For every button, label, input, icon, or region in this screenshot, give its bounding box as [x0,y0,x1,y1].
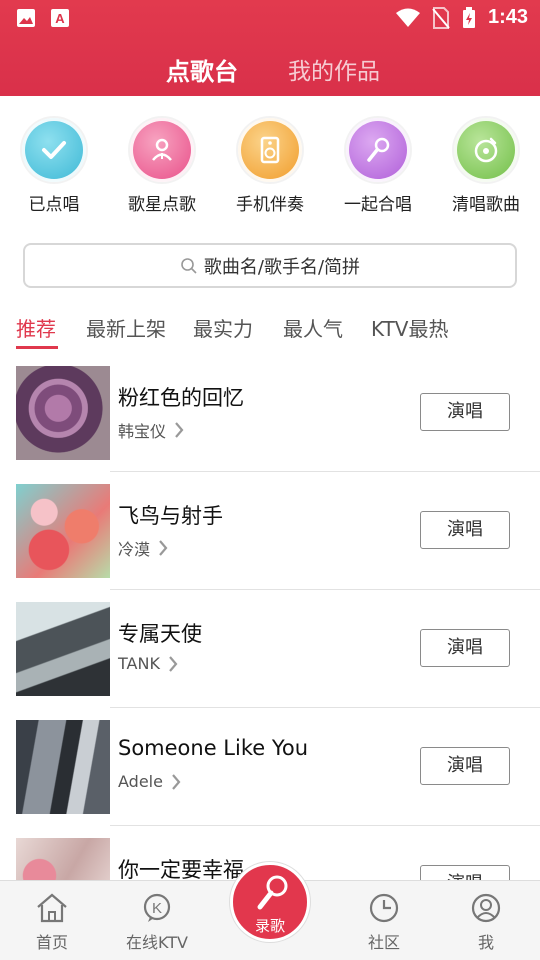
gallery-notification-icon [17,9,35,27]
category-label: 一起合唱 [344,195,412,215]
record-button[interactable]: 录歌 [230,862,310,942]
nav-label: 我 [477,933,494,952]
nav-label: 在线KTV [126,933,188,952]
song-artist[interactable]: Adele [118,772,181,791]
artist-name: TANK [118,654,160,673]
tab-most-popular[interactable]: 最人气 [283,313,343,342]
category-chorus[interactable]: 一起合唱 [328,118,428,215]
sing-button[interactable]: 演唱 [420,865,510,880]
speaker-icon [238,118,302,182]
nav-label: 社区 [367,933,400,952]
status-bar: A 1:43 [0,0,540,36]
song-row[interactable]: 专属天使 TANK 演唱 [0,590,540,708]
tab-song-station[interactable]: 点歌台 [166,52,238,87]
category-row: 已点唱 歌星点歌 手机伴奏 一起合唱 清唱歌曲 [0,118,540,218]
song-artist[interactable]: 冷漠 [118,536,168,560]
search-input[interactable]: 歌曲名/歌手名/简拼 [23,243,517,288]
nav-home[interactable]: 首页 [2,893,102,953]
chevron-right-icon [175,422,184,438]
battery-charging-icon [462,6,475,28]
tab-top-skill[interactable]: 最实力 [193,313,253,342]
home-icon [37,893,67,923]
song-title: Someone Like You [118,736,309,760]
chevron-right-icon [172,773,181,790]
tab-recommended[interactable]: 推荐 [16,313,56,342]
top-tab-bar: 点歌台 我的作品 [0,44,540,88]
category-accompaniment[interactable]: 手机伴奏 [220,118,320,215]
song-row[interactable]: 飞鸟与射手 冷漠 演唱 [0,472,540,590]
app-notification-icon: A [51,9,69,27]
tab-new-releases[interactable]: 最新上架 [86,313,166,342]
artist-name: 韩宝仪 [118,422,167,441]
song-title: 专属天使 [118,622,202,646]
album-cover [16,484,110,578]
singer-icon [130,118,194,182]
check-icon [22,118,86,182]
category-label: 歌星点歌 [128,195,196,215]
profile-icon [471,893,501,923]
wifi-icon [395,8,420,27]
sub-tab-bar: 推荐 最新上架 最实力 最人气 KTV最热 [0,308,540,352]
song-list: 粉红色的回忆 韩宝仪 演唱 飞鸟与射手 冷漠 演唱 专属天使 TANK 演唱 S… [0,354,540,880]
category-label: 清唱歌曲 [452,195,520,215]
app-screen: { "status_bar": { "time": "1:43" }, "top… [0,0,540,960]
song-title: 粉红色的回忆 [118,386,244,410]
tab-ktv-hottest[interactable]: KTV最热 [371,313,448,342]
vinyl-icon [454,118,518,182]
song-row[interactable]: 粉红色的回忆 韩宝仪 演唱 [0,354,540,472]
tab-my-works[interactable]: 我的作品 [288,52,380,86]
song-artist[interactable]: 韩宝仪 [118,418,184,442]
ktv-icon: K [143,893,171,922]
nav-community[interactable]: 社区 [334,893,434,953]
sing-button[interactable]: 演唱 [420,511,510,549]
song-row[interactable]: Someone Like You Adele 演唱 [0,708,540,826]
active-tab-indicator [16,346,58,349]
nav-me[interactable]: 我 [436,893,536,953]
search-placeholder: 歌曲名/歌手名/简拼 [203,256,361,278]
category-by-singer[interactable]: 歌星点歌 [112,118,212,215]
no-sim-icon [432,6,450,29]
sing-button[interactable]: 演唱 [420,629,510,667]
nav-online-ktv[interactable]: K 在线KTV [107,893,207,953]
artist-name: 冷漠 [118,540,151,559]
category-label: 已点唱 [28,195,80,215]
song-title: 飞鸟与射手 [118,504,223,528]
microphone-icon [346,118,410,182]
song-artist[interactable]: TANK [118,654,178,673]
album-cover [16,366,110,460]
app-header: A 1:43 点歌台 我的作品 [0,0,540,96]
search-icon [181,257,197,274]
clock: 1:43 [487,6,528,28]
artist-name: Adele [118,772,163,791]
sing-button[interactable]: 演唱 [420,393,510,431]
record-label: 录歌 [254,917,285,935]
song-title: 你一定要幸福 [118,858,244,880]
clock-icon [369,893,399,923]
svg-text:A: A [55,11,65,26]
category-a-cappella[interactable]: 清唱歌曲 [436,118,536,215]
category-label: 手机伴奏 [236,195,304,215]
chevron-right-icon [159,540,168,556]
album-cover [16,602,110,696]
nav-label: 首页 [35,933,68,952]
sing-button[interactable]: 演唱 [420,747,510,785]
album-cover [16,838,110,880]
chevron-right-icon [169,655,178,672]
svg-text:K: K [152,900,162,917]
album-cover [16,720,110,814]
category-sung[interactable]: 已点唱 [4,118,104,215]
microphone-icon [257,875,288,910]
